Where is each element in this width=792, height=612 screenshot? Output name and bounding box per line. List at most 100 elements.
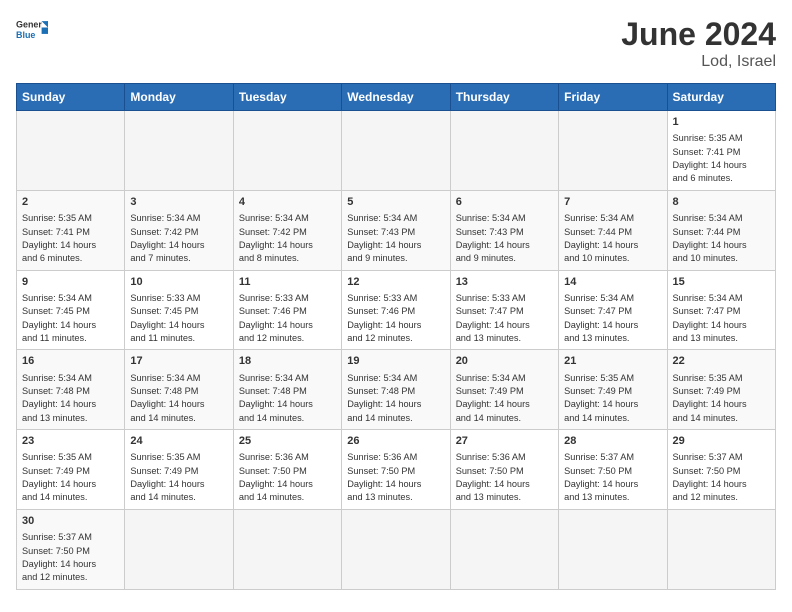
dow-header-saturday: Saturday (667, 84, 775, 111)
calendar-cell: 27 Sunrise: 5:36 AMSunset: 7:50 PMDayligh… (450, 430, 558, 510)
day-number: 9 (22, 275, 119, 290)
cell-content: Sunrise: 5:34 AMSunset: 7:47 PMDaylight:… (564, 292, 661, 345)
calendar-cell (342, 509, 450, 589)
calendar-cell: 5 Sunrise: 5:34 AMSunset: 7:43 PMDaylight… (342, 190, 450, 270)
calendar-cell (450, 509, 558, 589)
calendar-week-4: 16 Sunrise: 5:34 AMSunset: 7:48 PMDayligh… (17, 350, 776, 430)
cell-content: Sunrise: 5:37 AMSunset: 7:50 PMDaylight:… (673, 451, 770, 504)
day-number: 27 (456, 434, 553, 449)
day-number: 16 (22, 354, 119, 369)
day-number: 21 (564, 354, 661, 369)
day-number: 24 (130, 434, 227, 449)
calendar-cell: 6 Sunrise: 5:34 AMSunset: 7:43 PMDaylight… (450, 190, 558, 270)
day-number: 5 (347, 195, 444, 210)
day-number: 3 (130, 195, 227, 210)
cell-content: Sunrise: 5:34 AMSunset: 7:42 PMDaylight:… (239, 212, 336, 265)
day-number: 18 (239, 354, 336, 369)
cell-content: Sunrise: 5:34 AMSunset: 7:44 PMDaylight:… (673, 212, 770, 265)
cell-content: Sunrise: 5:33 AMSunset: 7:46 PMDaylight:… (347, 292, 444, 345)
day-number: 17 (130, 354, 227, 369)
day-number: 2 (22, 195, 119, 210)
calendar-cell: 4Sunrise: 5:34 AMSunset: 7:42 PMDaylight… (233, 190, 341, 270)
svg-text:Blue: Blue (16, 30, 35, 40)
day-number: 20 (456, 354, 553, 369)
day-number: 14 (564, 275, 661, 290)
day-number: 29 (673, 434, 770, 449)
calendar-cell: 24 Sunrise: 5:35 AMSunset: 7:49 PMDayligh… (125, 430, 233, 510)
calendar-week-2: 2 Sunrise: 5:35 AMSunset: 7:41 PMDaylight… (17, 190, 776, 270)
calendar-cell: 1 Sunrise: 5:35 AMSunset: 7:41 PMDaylight… (667, 111, 775, 191)
cell-content: Sunrise: 5:34 AMSunset: 7:48 PMDaylight:… (22, 372, 119, 425)
calendar-week-5: 23 Sunrise: 5:35 AMSunset: 7:49 PMDayligh… (17, 430, 776, 510)
cell-content: Sunrise: 5:36 AMSunset: 7:50 PMDaylight:… (239, 451, 336, 504)
day-number: 15 (673, 275, 770, 290)
calendar-week-3: 9 Sunrise: 5:34 AMSunset: 7:45 PMDaylight… (17, 270, 776, 350)
calendar-location: Lod, Israel (621, 53, 776, 71)
cell-content: Sunrise: 5:35 AMSunset: 7:49 PMDaylight:… (673, 372, 770, 425)
logo: General Blue (16, 16, 48, 48)
calendar-cell: 3 Sunrise: 5:34 AMSunset: 7:42 PMDaylight… (125, 190, 233, 270)
calendar-cell: 25Sunrise: 5:36 AMSunset: 7:50 PMDayligh… (233, 430, 341, 510)
calendar-cell (233, 509, 341, 589)
dow-header-friday: Friday (559, 84, 667, 111)
day-number: 10 (130, 275, 227, 290)
day-number: 6 (456, 195, 553, 210)
dow-header-tuesday: Tuesday (233, 84, 341, 111)
calendar-cell: 12 Sunrise: 5:33 AMSunset: 7:46 PMDayligh… (342, 270, 450, 350)
calendar-cell: 21Sunrise: 5:35 AMSunset: 7:49 PMDayligh… (559, 350, 667, 430)
day-number: 26 (347, 434, 444, 449)
cell-content: Sunrise: 5:34 AMSunset: 7:45 PMDaylight:… (22, 292, 119, 345)
calendar-cell: 16 Sunrise: 5:34 AMSunset: 7:48 PMDayligh… (17, 350, 125, 430)
cell-content: Sunrise: 5:33 AMSunset: 7:45 PMDaylight:… (130, 292, 227, 345)
calendar-cell (125, 111, 233, 191)
calendar-cell (667, 509, 775, 589)
calendar-cell: 11Sunrise: 5:33 AMSunset: 7:46 PMDayligh… (233, 270, 341, 350)
calendar-week-1: 1 Sunrise: 5:35 AMSunset: 7:41 PMDaylight… (17, 111, 776, 191)
day-number: 19 (347, 354, 444, 369)
cell-content: Sunrise: 5:34 AMSunset: 7:44 PMDaylight:… (564, 212, 661, 265)
calendar-cell (125, 509, 233, 589)
dow-header-wednesday: Wednesday (342, 84, 450, 111)
day-number: 1 (673, 115, 770, 130)
day-number: 8 (673, 195, 770, 210)
calendar-cell: 17 Sunrise: 5:34 AMSunset: 7:48 PMDayligh… (125, 350, 233, 430)
calendar-cell: 26Sunrise: 5:36 AMSunset: 7:50 PMDayligh… (342, 430, 450, 510)
calendar-cell: 28Sunrise: 5:37 AMSunset: 7:50 PMDayligh… (559, 430, 667, 510)
cell-content: Sunrise: 5:35 AMSunset: 7:49 PMDaylight:… (130, 451, 227, 504)
page-header: General Blue June 2024 Lod, Israel (16, 16, 776, 71)
cell-content: Sunrise: 5:34 AMSunset: 7:43 PMDaylight:… (456, 212, 553, 265)
cell-content: Sunrise: 5:34 AMSunset: 7:48 PMDaylight:… (347, 372, 444, 425)
calendar-cell: 7Sunrise: 5:34 AMSunset: 7:44 PMDaylight… (559, 190, 667, 270)
day-number: 23 (22, 434, 119, 449)
calendar-cell (342, 111, 450, 191)
calendar-title: June 2024 (621, 16, 776, 53)
cell-content: Sunrise: 5:34 AMSunset: 7:47 PMDaylight:… (673, 292, 770, 345)
calendar-cell (450, 111, 558, 191)
cell-content: Sunrise: 5:35 AMSunset: 7:49 PMDaylight:… (22, 451, 119, 504)
cell-content: Sunrise: 5:33 AMSunset: 7:46 PMDaylight:… (239, 292, 336, 345)
cell-content: Sunrise: 5:33 AMSunset: 7:47 PMDaylight:… (456, 292, 553, 345)
calendar-cell (233, 111, 341, 191)
day-number: 12 (347, 275, 444, 290)
calendar-cell: 2 Sunrise: 5:35 AMSunset: 7:41 PMDaylight… (17, 190, 125, 270)
title-block: June 2024 Lod, Israel (621, 16, 776, 71)
cell-content: Sunrise: 5:34 AMSunset: 7:42 PMDaylight:… (130, 212, 227, 265)
cell-content: Sunrise: 5:36 AMSunset: 7:50 PMDaylight:… (456, 451, 553, 504)
cell-content: Sunrise: 5:34 AMSunset: 7:48 PMDaylight:… (130, 372, 227, 425)
day-number: 13 (456, 275, 553, 290)
cell-content: Sunrise: 5:34 AMSunset: 7:43 PMDaylight:… (347, 212, 444, 265)
calendar-table: SundayMondayTuesdayWednesdayThursdayFrid… (16, 83, 776, 590)
cell-content: Sunrise: 5:37 AMSunset: 7:50 PMDaylight:… (564, 451, 661, 504)
calendar-cell: 22 Sunrise: 5:35 AMSunset: 7:49 PMDayligh… (667, 350, 775, 430)
calendar-week-6: 30Sunrise: 5:37 AMSunset: 7:50 PMDayligh… (17, 509, 776, 589)
calendar-cell: 18Sunrise: 5:34 AMSunset: 7:48 PMDayligh… (233, 350, 341, 430)
calendar-cell: 9 Sunrise: 5:34 AMSunset: 7:45 PMDaylight… (17, 270, 125, 350)
calendar-cell: 19 Sunrise: 5:34 AMSunset: 7:48 PMDayligh… (342, 350, 450, 430)
cell-content: Sunrise: 5:37 AMSunset: 7:50 PMDaylight:… (22, 531, 119, 584)
day-number: 22 (673, 354, 770, 369)
calendar-cell: 14 Sunrise: 5:34 AMSunset: 7:47 PMDayligh… (559, 270, 667, 350)
dow-header-sunday: Sunday (17, 84, 125, 111)
cell-content: Sunrise: 5:35 AMSunset: 7:41 PMDaylight:… (22, 212, 119, 265)
calendar-cell: 23 Sunrise: 5:35 AMSunset: 7:49 PMDayligh… (17, 430, 125, 510)
cell-content: Sunrise: 5:35 AMSunset: 7:41 PMDaylight:… (673, 132, 770, 185)
